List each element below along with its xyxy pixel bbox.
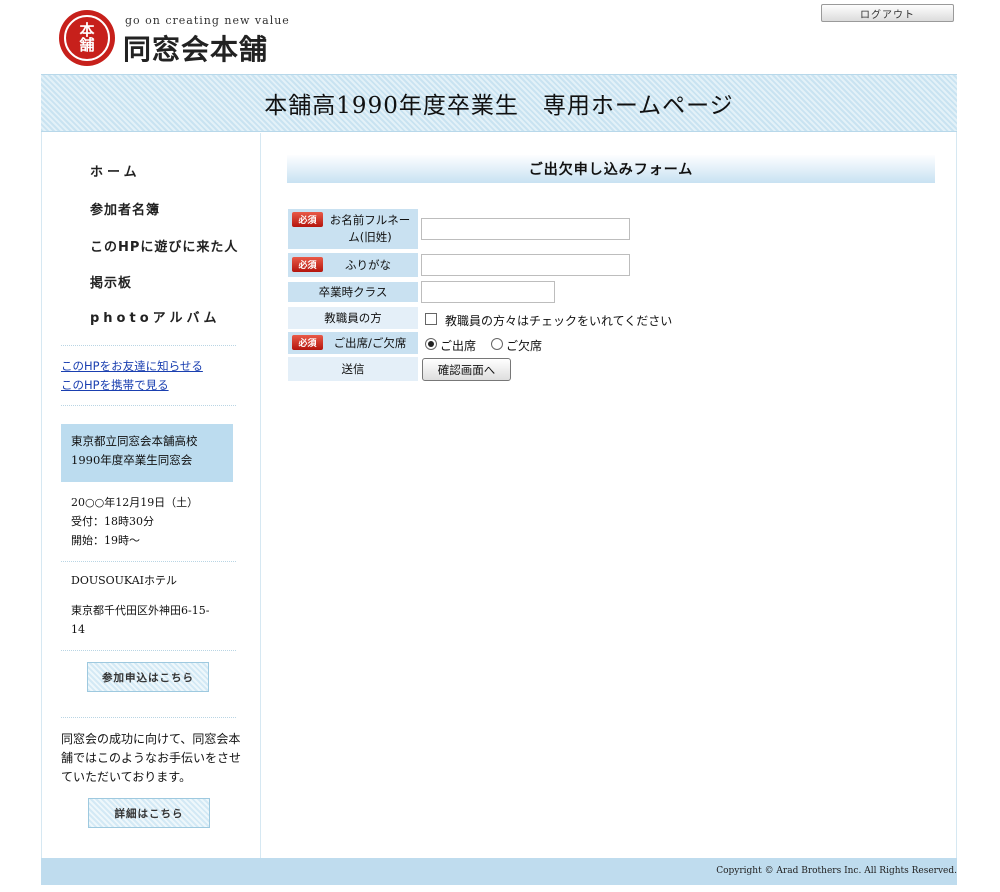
required-badge: 必須	[292, 212, 323, 227]
page-title: 本舗高1990年度卒業生 専用ホームページ	[264, 93, 734, 119]
attend-option-text: ご出席	[440, 339, 477, 353]
apply-button[interactable]: 参加申込はこちら	[87, 662, 209, 692]
staff-label: 教職員の方	[324, 311, 382, 325]
event-class-year: 1990年度卒業生同窓会	[71, 453, 193, 467]
logout-button[interactable]: ログアウト	[821, 4, 954, 22]
details-button[interactable]: 詳細はこちら	[88, 798, 210, 828]
page-banner: 本舗高1990年度卒業生 専用ホームページ	[41, 74, 957, 132]
sidebar-divider	[61, 717, 236, 718]
logo-tagline: go on creating new value	[125, 14, 290, 27]
event-start: 開始：19時～	[71, 534, 140, 547]
copyright-text: Copyright © Arad Brothers Inc. All Right…	[716, 866, 957, 876]
absent-radio[interactable]	[491, 338, 503, 350]
sidebar-divider	[61, 405, 236, 406]
nav-photo-album[interactable]: photoアルバム	[90, 307, 221, 326]
logo-name: 同窓会本舗	[123, 33, 269, 66]
required-badge: 必須	[292, 257, 323, 272]
sidebar: ホーム 参加者名簿 このHPに遊びに来た人 掲示板 photoアルバム このHP…	[41, 133, 261, 858]
attendance-label-cell: 必須 ご出席/ご欠席	[288, 332, 418, 354]
nav-visitors[interactable]: このHPに遊びに来た人	[90, 236, 238, 255]
attend-radio[interactable]	[425, 338, 437, 350]
nav-bbs[interactable]: 掲示板	[90, 272, 132, 291]
event-schedule: 20○○年12月19日（土） 受付：18時30分 開始：19時～	[71, 493, 198, 550]
required-badge: 必須	[292, 335, 323, 350]
submit-label: 送信	[341, 362, 365, 376]
event-title-box: 東京都立同窓会本舗高校 1990年度卒業生同窓会	[61, 424, 233, 482]
absent-option-text: ご欠席	[506, 339, 543, 353]
event-date: 20○○年12月19日（土）	[71, 496, 199, 509]
venue-address-line1: 東京都千代田区外神田6-15-	[71, 604, 210, 617]
link-tell-friends[interactable]: このHPをお友達に知らせる	[61, 358, 203, 374]
furigana-label-cell: 必須 ふりがな	[288, 253, 418, 277]
sidebar-divider	[61, 561, 236, 562]
promo-text: 同窓会の成功に向けて、同窓会本舗ではこのようなお手伝いをさせていただいております…	[61, 732, 242, 784]
staff-label-cell: 教職員の方	[288, 307, 418, 329]
name-label-line2: ム(旧姓)	[348, 230, 392, 244]
nav-home[interactable]: ホーム	[90, 161, 141, 180]
form-title: ご出欠申し込みフォーム	[287, 155, 935, 183]
staff-checkbox[interactable]	[425, 313, 437, 325]
submit-label-cell: 送信	[288, 357, 418, 381]
furigana-input[interactable]	[421, 254, 630, 276]
event-school: 東京都立同窓会本舗高校	[71, 434, 198, 448]
site-footer: Copyright © Arad Brothers Inc. All Right…	[41, 858, 957, 885]
logo-seal-icon: 本 舗	[59, 10, 115, 66]
link-mobile-view[interactable]: このHPを携帯で見る	[61, 377, 169, 393]
event-reception: 受付：18時30分	[71, 515, 154, 528]
site-header: 本 舗 go on creating new value 同窓会本舗 ログアウト	[41, 0, 957, 74]
class-label: 卒業時クラス	[318, 285, 388, 299]
sidebar-divider	[61, 650, 236, 651]
name-label-cell: 必須 お名前フルネー ム(旧姓)	[288, 209, 418, 249]
name-input[interactable]	[421, 218, 630, 240]
class-input[interactable]	[421, 281, 555, 303]
confirm-button[interactable]: 確認画面へ	[422, 358, 511, 381]
staff-checkbox-text: 教職員の方々はチェックをいれてください	[445, 314, 673, 328]
venue-address-line2: 14	[71, 623, 85, 636]
sidebar-divider	[61, 345, 236, 346]
venue-address: 東京都千代田区外神田6-15- 14	[71, 601, 209, 639]
name-label-line1: お名前フルネー	[329, 213, 411, 227]
logo-seal-char-2: 舗	[79, 36, 95, 54]
furigana-label: ふりがな	[345, 258, 391, 272]
class-label-cell: 卒業時クラス	[288, 282, 418, 302]
venue-name: DOUSOUKAIホテル	[71, 574, 177, 587]
nav-participants[interactable]: 参加者名簿	[90, 199, 160, 218]
